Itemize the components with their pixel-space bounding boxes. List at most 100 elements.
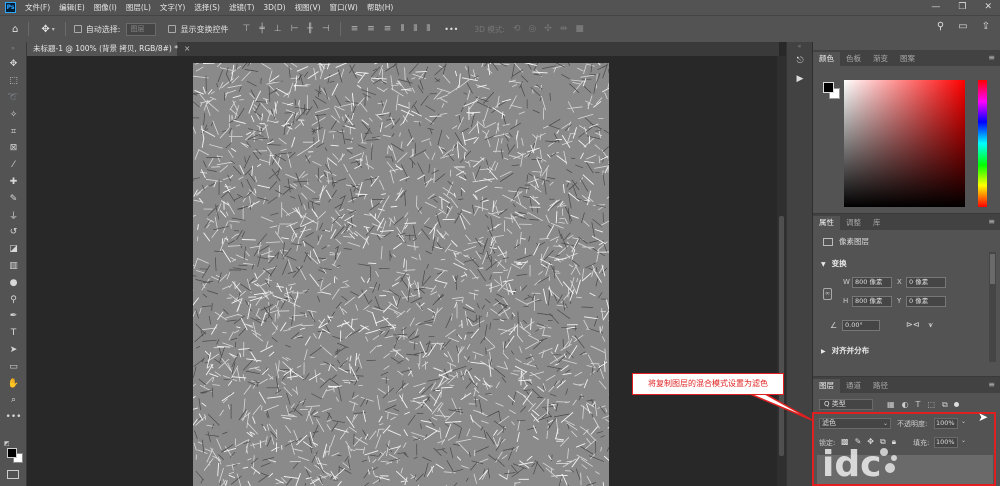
panel-menu-icon[interactable]: ≡ xyxy=(988,53,995,62)
canvas-area[interactable] xyxy=(27,56,779,486)
home-icon[interactable]: ⌂ xyxy=(12,24,18,35)
eyedropper-tool-icon[interactable]: ⁄ xyxy=(0,157,27,174)
tab-properties[interactable]: 属性 xyxy=(813,216,840,230)
magic-wand-tool-icon[interactable]: ✧ xyxy=(0,106,27,123)
panel-menu-icon[interactable]: ≡ xyxy=(988,380,995,389)
history-panel-icon[interactable]: ⎋ xyxy=(787,52,813,70)
tab-gradients[interactable]: 渐变 xyxy=(867,52,894,66)
filter-type-icon[interactable]: T xyxy=(916,400,921,410)
menu-layer[interactable]: 图层(L) xyxy=(126,2,151,13)
menu-view[interactable]: 视图(V) xyxy=(295,2,321,13)
distribute-left-icon[interactable]: ⦀ xyxy=(400,24,404,34)
stamp-tool-icon[interactable]: ⏚ xyxy=(0,207,27,224)
close-window-button[interactable]: ✕ xyxy=(984,2,992,13)
blur-tool-icon[interactable]: ● xyxy=(0,274,27,291)
distribute-right-icon[interactable]: ⦀ xyxy=(426,24,430,34)
healing-brush-tool-icon[interactable]: ✚ xyxy=(0,174,27,191)
menu-image[interactable]: 图像(I) xyxy=(94,2,117,13)
quick-mask-icon[interactable] xyxy=(7,470,19,479)
3d-slide-icon[interactable]: ⇹ xyxy=(560,24,568,34)
distribute-top-icon[interactable]: ≡ xyxy=(351,24,359,34)
dodge-tool-icon[interactable]: ⚲ xyxy=(0,291,27,308)
flip-vertical-icon[interactable]: ⩛ xyxy=(928,320,933,330)
marquee-tool-icon[interactable]: ⬚ xyxy=(0,73,27,90)
align-top-icon[interactable]: ⊤ xyxy=(242,24,250,34)
filter-toggle[interactable] xyxy=(953,402,959,407)
distribute-vcenter-icon[interactable]: ≡ xyxy=(367,24,375,34)
align-hcenter-icon[interactable]: ╫ xyxy=(307,24,312,34)
type-tool-icon[interactable]: T xyxy=(0,325,27,342)
transform-section-header[interactable]: ▼ 变换 xyxy=(821,258,847,269)
link-dimensions-icon[interactable]: ∞ xyxy=(823,288,832,300)
color-swatches[interactable]: ◩ xyxy=(4,440,26,464)
filter-smartobject-icon[interactable]: ⧉ xyxy=(942,400,948,410)
show-transform-checkbox[interactable] xyxy=(168,25,177,33)
close-tab-icon[interactable]: × xyxy=(184,44,190,53)
filter-shape-icon[interactable]: ⬚ xyxy=(927,400,935,410)
minimize-button[interactable]: — xyxy=(931,2,940,13)
tab-channels[interactable]: 通道 xyxy=(840,379,867,393)
toolbar-grip[interactable]: » xyxy=(0,42,26,56)
align-left-icon[interactable]: ⊢ xyxy=(291,24,299,34)
auto-select-dropdown[interactable]: 图层 xyxy=(126,22,157,36)
distribute-hcenter-icon[interactable]: ⦀ xyxy=(413,24,417,34)
align-distribute-section-header[interactable]: ▶ 对齐并分布 xyxy=(821,345,869,356)
crop-tool-icon[interactable]: ⌗ xyxy=(0,123,27,140)
panel-strip-grip[interactable]: « xyxy=(787,42,812,52)
eraser-tool-icon[interactable]: ◪ xyxy=(0,241,27,258)
auto-select-checkbox[interactable] xyxy=(73,25,82,33)
align-right-icon[interactable]: ⊣ xyxy=(322,24,330,34)
tool-preset-chevron-icon[interactable]: ▾ xyxy=(52,26,55,33)
move-tool-icon[interactable]: ✥ xyxy=(0,56,27,73)
zoom-tool-icon[interactable]: ⌕ xyxy=(0,392,27,409)
restore-button[interactable]: ❐ xyxy=(958,2,966,13)
hand-tool-icon[interactable]: ✋ xyxy=(0,375,27,392)
flip-horizontal-icon[interactable]: ⊳⊲ xyxy=(906,320,919,330)
3d-orbit-icon[interactable]: ⟲ xyxy=(513,24,521,34)
color-picker-field[interactable] xyxy=(844,80,965,207)
tab-patterns[interactable]: 图案 xyxy=(894,52,921,66)
tab-adjustments[interactable]: 调整 xyxy=(840,216,867,230)
edit-toolbar-icon[interactable]: ••• xyxy=(0,409,27,426)
gradient-tool-icon[interactable]: ▥ xyxy=(0,258,27,275)
tab-color[interactable]: 颜色 xyxy=(813,52,840,66)
pen-tool-icon[interactable]: ✒ xyxy=(0,308,27,325)
x-position-field[interactable]: 0 像素 xyxy=(906,277,946,288)
move-tool-icon[interactable]: ✥ xyxy=(41,24,49,35)
properties-scroll-thumb[interactable] xyxy=(990,254,995,284)
distribute-bottom-icon[interactable]: ≡ xyxy=(384,24,392,34)
default-colors-icon[interactable]: ◩ xyxy=(4,440,10,447)
3d-pan-icon[interactable]: ✣ xyxy=(544,24,552,34)
properties-scrollbar[interactable] xyxy=(989,252,996,362)
tab-paths[interactable]: 路径 xyxy=(867,379,894,393)
hue-slider[interactable] xyxy=(978,80,987,207)
menu-type[interactable]: 文字(Y) xyxy=(160,2,185,13)
menu-select[interactable]: 选择(S) xyxy=(194,2,220,13)
menu-3d[interactable]: 3D(D) xyxy=(263,3,285,12)
tab-swatches[interactable]: 色板 xyxy=(840,52,867,66)
menu-filter[interactable]: 滤镜(T) xyxy=(229,2,254,13)
more-options-button[interactable]: ••• xyxy=(444,25,458,34)
share-icon[interactable]: ⇪ xyxy=(982,21,990,32)
menu-file[interactable]: 文件(F) xyxy=(25,2,50,13)
frame-tool-icon[interactable]: ⊠ xyxy=(0,140,27,157)
history-brush-tool-icon[interactable]: ↺ xyxy=(0,224,27,241)
filter-kind-dropdown[interactable]: Q 类型 xyxy=(819,399,873,410)
workspace-icon[interactable]: ▭ xyxy=(958,21,967,32)
menu-edit[interactable]: 编辑(E) xyxy=(59,2,85,13)
align-vcenter-icon[interactable]: ╪ xyxy=(259,24,264,34)
width-field[interactable]: 800 像素 xyxy=(852,277,892,288)
document-canvas[interactable] xyxy=(193,63,609,486)
tab-libraries[interactable]: 库 xyxy=(867,216,887,230)
filter-pixel-icon[interactable]: ▦ xyxy=(887,400,895,410)
height-field[interactable]: 800 像素 xyxy=(852,296,892,307)
search-icon[interactable]: ⚲ xyxy=(937,21,944,32)
lasso-tool-icon[interactable]: ➰ xyxy=(0,90,27,107)
menu-window[interactable]: 窗口(W) xyxy=(330,2,358,13)
filter-adjustment-icon[interactable]: ◐ xyxy=(902,400,909,410)
path-selection-tool-icon[interactable]: ➤ xyxy=(0,342,27,359)
angle-field[interactable]: 0.00° xyxy=(842,320,880,331)
3d-roll-icon[interactable]: ◎ xyxy=(528,24,536,34)
panel-menu-icon[interactable]: ≡ xyxy=(988,217,995,226)
document-tab[interactable]: 未标题-1 @ 100% (背景 拷贝, RGB/8#) * × xyxy=(27,42,190,56)
